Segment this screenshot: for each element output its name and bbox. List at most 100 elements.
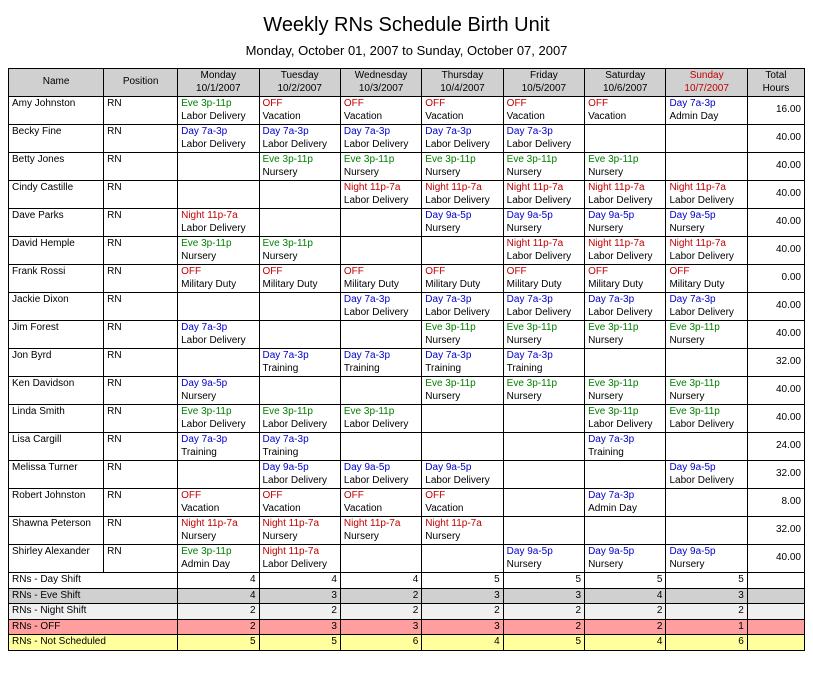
- cell-shift: [259, 293, 340, 321]
- cell-shift: [259, 181, 340, 209]
- cell-shift: Eve 3p-11pNursery: [259, 237, 340, 265]
- cell-shift: Day 9a-5pNursery: [503, 545, 584, 573]
- shift-time: Day 7a-3p: [181, 126, 255, 139]
- shift-time: Day 9a-5p: [181, 378, 255, 391]
- cell-shift: Day 7a-3pTraining: [178, 433, 259, 461]
- shift-time: Day 9a-5p: [263, 462, 337, 475]
- shift-area: Labor Delivery: [507, 139, 581, 152]
- cell-position: RN: [104, 433, 178, 461]
- shift-area: Training: [263, 363, 337, 376]
- summary-value: 5: [585, 573, 666, 589]
- summary-value: 2: [340, 588, 421, 604]
- col-tue: Tuesday10/2/2007: [259, 69, 340, 97]
- shift-time: Day 7a-3p: [181, 322, 255, 335]
- shift-area: Vacation: [263, 503, 337, 516]
- shift-time: Day 7a-3p: [588, 490, 662, 503]
- summary-blank: [747, 604, 804, 620]
- summary-value: 5: [666, 573, 747, 589]
- shift-time: Day 9a-5p: [507, 210, 581, 223]
- shift-time: Day 9a-5p: [588, 210, 662, 223]
- cell-shift: Day 9a-5pNursery: [666, 545, 747, 573]
- shift-area: Nursery: [263, 531, 337, 544]
- shift-area: Nursery: [344, 531, 418, 544]
- summary-value: 2: [422, 604, 503, 620]
- shift-area: Labor Delivery: [344, 419, 418, 432]
- shift-area: Nursery: [425, 167, 499, 180]
- cell-name: Shirley Alexander: [9, 545, 104, 573]
- shift-time: OFF: [181, 266, 255, 279]
- cell-shift: Day 7a-3pTraining: [585, 433, 666, 461]
- shift-time: Day 7a-3p: [507, 126, 581, 139]
- cell-shift: Night 11p-7aLabor Delivery: [259, 545, 340, 573]
- cell-shift: Night 11p-7aLabor Delivery: [666, 181, 747, 209]
- cell-shift: [666, 517, 747, 545]
- cell-total: 40.00: [747, 321, 804, 349]
- shift-time: Day 7a-3p: [344, 350, 418, 363]
- cell-shift: Day 7a-3pTraining: [259, 433, 340, 461]
- cell-shift: [503, 517, 584, 545]
- shift-area: Nursery: [507, 167, 581, 180]
- summary-value: 2: [585, 619, 666, 635]
- cell-position: RN: [104, 153, 178, 181]
- shift-time: Eve 3p-11p: [507, 322, 581, 335]
- shift-area: Nursery: [588, 223, 662, 236]
- cell-shift: OFFVacation: [340, 489, 421, 517]
- cell-position: RN: [104, 349, 178, 377]
- summary-value: 3: [259, 619, 340, 635]
- table-row: Jim ForestRNDay 7a-3pLabor DeliveryEve 3…: [9, 321, 805, 349]
- cell-shift: [340, 545, 421, 573]
- shift-area: Training: [263, 447, 337, 460]
- cell-shift: OFFVacation: [585, 97, 666, 125]
- shift-time: Eve 3p-11p: [588, 406, 662, 419]
- table-row: Dave ParksRNNight 11p-7aLabor DeliveryDa…: [9, 209, 805, 237]
- shift-time: Eve 3p-11p: [263, 154, 337, 167]
- cell-shift: [178, 153, 259, 181]
- cell-total: 40.00: [747, 125, 804, 153]
- shift-area: Labor Delivery: [425, 195, 499, 208]
- cell-shift: [666, 489, 747, 517]
- cell-shift: Eve 3p-11pNursery: [503, 377, 584, 405]
- col-mon: Monday10/1/2007: [178, 69, 259, 97]
- shift-time: Day 7a-3p: [263, 126, 337, 139]
- cell-shift: Day 7a-3pLabor Delivery: [340, 293, 421, 321]
- cell-shift: OFFMilitary Duty: [503, 265, 584, 293]
- shift-time: Day 9a-5p: [425, 210, 499, 223]
- summary-value: 3: [422, 619, 503, 635]
- shift-time: Day 9a-5p: [507, 546, 581, 559]
- cell-shift: Eve 3p-11pNursery: [666, 377, 747, 405]
- table-row: Lisa CargillRNDay 7a-3pTrainingDay 7a-3p…: [9, 433, 805, 461]
- cell-shift: [503, 489, 584, 517]
- cell-shift: Day 7a-3pLabor Delivery: [422, 293, 503, 321]
- cell-shift: Night 11p-7aNursery: [422, 517, 503, 545]
- shift-time: OFF: [344, 266, 418, 279]
- shift-time: Eve 3p-11p: [588, 322, 662, 335]
- cell-shift: OFFVacation: [340, 97, 421, 125]
- shift-time: Eve 3p-11p: [263, 406, 337, 419]
- cell-name: David Hemple: [9, 237, 104, 265]
- cell-position: RN: [104, 181, 178, 209]
- shift-time: Eve 3p-11p: [588, 378, 662, 391]
- shift-time: Day 7a-3p: [669, 98, 743, 111]
- shift-time: Day 7a-3p: [344, 126, 418, 139]
- shift-time: OFF: [344, 98, 418, 111]
- shift-area: Admin Day: [669, 111, 743, 124]
- cell-shift: [585, 517, 666, 545]
- shift-time: Eve 3p-11p: [263, 238, 337, 251]
- cell-shift: Day 7a-3pTraining: [259, 349, 340, 377]
- shift-time: Night 11p-7a: [181, 518, 255, 531]
- shift-area: Training: [425, 363, 499, 376]
- summary-value: 2: [178, 619, 259, 635]
- shift-area: Nursery: [588, 335, 662, 348]
- col-position: Position: [104, 69, 178, 97]
- shift-time: Eve 3p-11p: [669, 378, 743, 391]
- cell-shift: Eve 3p-11pLabor Delivery: [178, 97, 259, 125]
- table-row: Shirley AlexanderRNEve 3p-11pAdmin DayNi…: [9, 545, 805, 573]
- shift-time: Night 11p-7a: [425, 518, 499, 531]
- shift-time: Eve 3p-11p: [507, 378, 581, 391]
- cell-name: Shawna Peterson: [9, 517, 104, 545]
- cell-shift: Eve 3p-11pNursery: [422, 377, 503, 405]
- shift-time: Eve 3p-11p: [344, 406, 418, 419]
- cell-shift: [666, 125, 747, 153]
- cell-shift: Eve 3p-11pNursery: [503, 321, 584, 349]
- shift-area: Vacation: [181, 503, 255, 516]
